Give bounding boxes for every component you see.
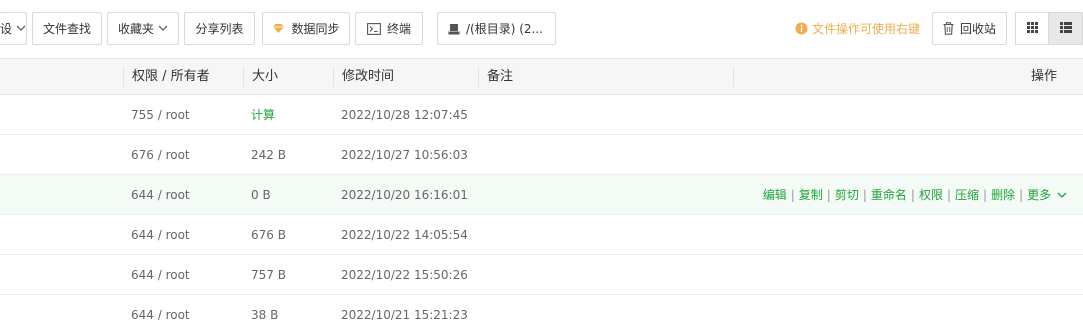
modified-time-cell: 2022/10/27 10:56:03 [341, 148, 468, 162]
modified-time-cell: 2022/10/22 15:50:26 [341, 268, 468, 282]
list-view-button[interactable] [1049, 12, 1083, 45]
partial-dropdown-button[interactable]: 设 [0, 12, 27, 45]
column-header-modified[interactable]: 修改时间 [342, 59, 394, 95]
action-separator: | [983, 188, 988, 202]
table-row[interactable]: 676 / root 242 B 2022/10/27 10:56:03 [0, 135, 1083, 175]
permission-cell[interactable]: 676 / root [131, 135, 190, 175]
disk-icon [448, 23, 460, 35]
modified-time-cell: 2022/10/20 16:16:01 [341, 188, 468, 202]
view-toggle-group [1015, 12, 1083, 45]
permission-cell[interactable]: 644 / root [131, 255, 190, 295]
column-divider [733, 67, 734, 87]
more-action-label: 更多 [1027, 188, 1052, 202]
size-cell: 242 B [251, 148, 286, 162]
file-search-label: 文件查找 [42, 22, 91, 36]
edit-action[interactable]: 编辑 [763, 175, 787, 215]
table-row[interactable]: 644 / root 757 B 2022/10/22 15:50:26 [0, 255, 1083, 295]
calculate-size-link[interactable]: 计算 [251, 95, 275, 135]
row-actions: 编辑 | 复制 | 剪切 | 重命名 | 权限 | 压缩 | 删除 | 更多 [763, 175, 1067, 218]
chevron-down-icon [16, 25, 26, 32]
action-separator: | [790, 188, 795, 202]
right-click-hint: 文件操作可使用右键 [795, 12, 920, 45]
column-header-remark: 备注 [487, 69, 514, 84]
permission-cell[interactable]: 755 / root [131, 95, 190, 135]
favorites-label: 收藏夹 [117, 22, 154, 36]
action-separator: | [826, 188, 831, 202]
trash-icon [943, 22, 954, 35]
action-separator: | [862, 188, 867, 202]
table-row[interactable]: 644 / root 38 B 2022/10/21 15:21:23 [0, 295, 1083, 320]
rename-action[interactable]: 重命名 [871, 175, 907, 215]
path-selector-button[interactable]: /(根目录) (2... [437, 12, 556, 45]
column-divider [123, 67, 124, 87]
size-cell: 0 B [251, 188, 271, 202]
permission-cell[interactable]: 644 / root [131, 295, 190, 320]
grid-icon [1026, 21, 1038, 36]
hint-text: 文件操作可使用右键 [812, 22, 921, 36]
share-list-button[interactable]: 分享列表 [184, 12, 255, 45]
terminal-icon [367, 22, 381, 35]
partial-button-label: 设 [0, 22, 13, 36]
column-divider [333, 67, 334, 87]
column-header-permission[interactable]: 权限 / 所有者 [132, 59, 210, 95]
favorites-button[interactable]: 收藏夹 [107, 12, 179, 45]
terminal-button[interactable]: 终端 [355, 12, 423, 45]
action-separator: | [1019, 188, 1024, 202]
permission-cell[interactable]: 644 / root [131, 175, 190, 215]
cut-action[interactable]: 剪切 [835, 175, 859, 215]
terminal-label: 终端 [386, 22, 411, 36]
chevron-down-icon [158, 25, 168, 32]
recycle-bin-button[interactable]: 回收站 [932, 12, 1007, 45]
table-row[interactable]: 755 / root 计算 2022/10/28 12:07:45 [0, 95, 1083, 135]
compress-action[interactable]: 压缩 [955, 175, 979, 215]
path-label: /(根目录) (2... [466, 22, 543, 36]
action-separator: | [946, 188, 952, 202]
column-header-actions: 操作 [1031, 69, 1058, 84]
data-sync-button[interactable]: 数据同步 [262, 12, 350, 45]
share-list-label: 分享列表 [195, 22, 244, 36]
file-toolbar: 设 文件查找 收藏夹 分享列表 数据同步 终端 /(根目录) (2... 文件操… [0, 0, 1083, 57]
column-header-size[interactable]: 大小 [252, 59, 278, 95]
copy-action[interactable]: 复制 [799, 175, 823, 215]
column-divider [243, 67, 244, 87]
modified-time-cell: 2022/10/28 12:07:45 [341, 108, 468, 122]
list-icon [1059, 21, 1072, 36]
grid-view-button[interactable] [1015, 12, 1049, 45]
diamond-icon [272, 23, 285, 34]
data-sync-label: 数据同步 [291, 22, 340, 36]
modified-time-cell: 2022/10/21 15:21:23 [341, 308, 468, 320]
chevron-down-icon [1057, 192, 1067, 199]
recycle-bin-label: 回收站 [959, 22, 996, 36]
size-cell: 38 B [251, 308, 279, 320]
size-cell: 757 B [251, 268, 286, 282]
size-cell: 676 B [251, 228, 286, 242]
delete-action[interactable]: 删除 [991, 175, 1015, 215]
table-row[interactable]: 644 / root 676 B 2022/10/22 14:05:54 [0, 215, 1083, 255]
file-search-button[interactable]: 文件查找 [32, 12, 102, 45]
table-row-hovered[interactable]: 644 / root 0 B 2022/10/20 16:16:01 编辑 | … [0, 175, 1083, 218]
table-header: 权限 / 所有者 大小 修改时间 备注 操作 [0, 58, 1083, 95]
action-separator: | [910, 188, 915, 202]
info-icon [795, 22, 808, 35]
permission-action[interactable]: 权限 [917, 175, 945, 218]
permission-cell[interactable]: 644 / root [131, 215, 190, 255]
modified-time-cell: 2022/10/22 14:05:54 [341, 228, 468, 242]
more-actions-dropdown[interactable]: 更多 [1027, 175, 1067, 215]
column-divider [478, 67, 479, 87]
